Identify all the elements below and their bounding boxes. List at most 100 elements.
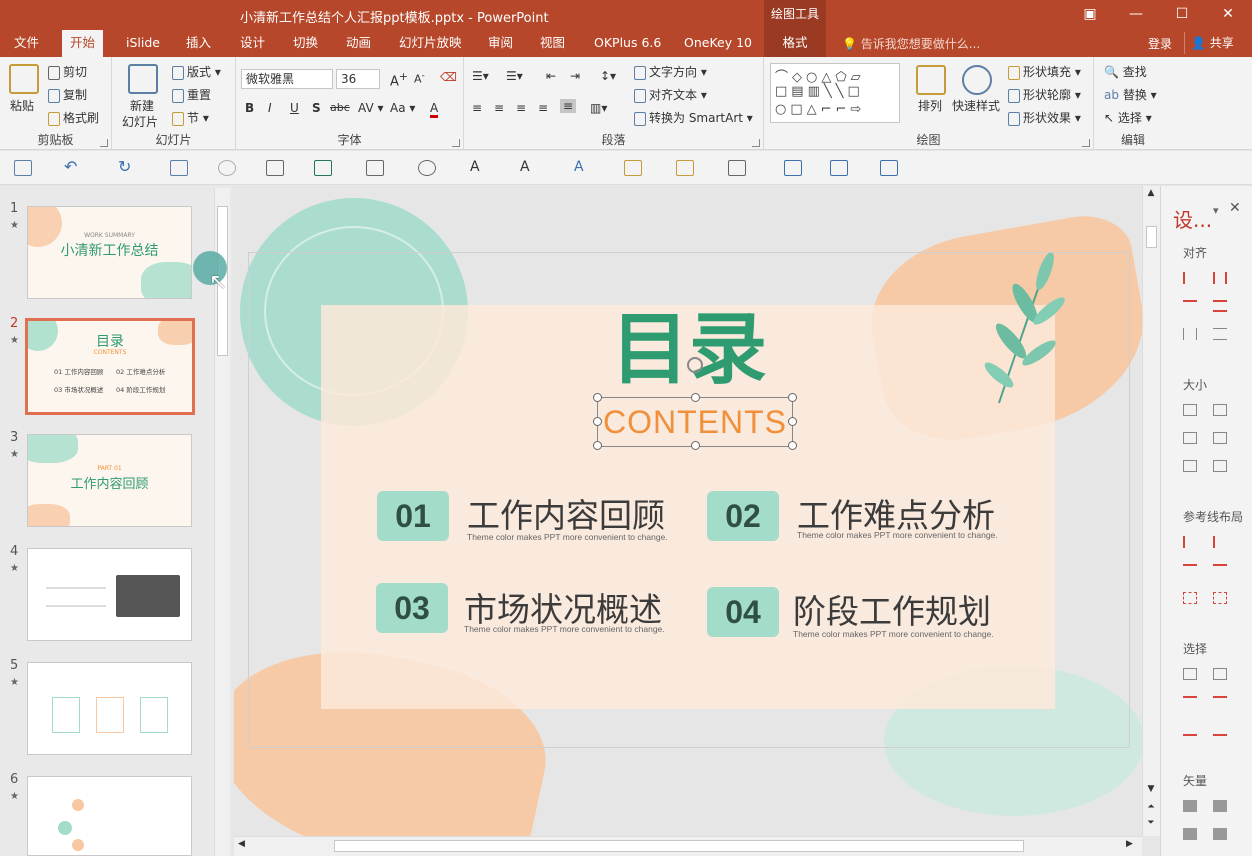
select-bottom-icon[interactable]	[1183, 724, 1197, 736]
merge-shapes-icon[interactable]	[218, 160, 236, 176]
size-left-icon[interactable]	[1183, 432, 1197, 444]
shapes-gallery[interactable]: ⌒◇○△⬠▱ □▤▥╲╲□ ○□△⌐⌐⇨	[770, 63, 900, 123]
new-slide-label-1[interactable]: 新建	[130, 97, 154, 114]
decrease-indent-icon[interactable]: ⇤	[546, 69, 556, 83]
quick-styles-icon[interactable]	[962, 65, 992, 95]
justify-icon[interactable]: ≡	[538, 101, 548, 115]
slide-thumbnail-4[interactable]	[27, 548, 192, 641]
copy-button[interactable]: 复制	[48, 86, 87, 103]
current-slide[interactable]: 目录 CONTENTS 01 工作内容回顾 Theme color makes …	[248, 252, 1130, 748]
distributed-icon[interactable]: ≡	[560, 99, 577, 113]
layout-button[interactable]: 版式 ▾	[172, 63, 221, 80]
slide-thumbnail-1[interactable]: WORK SUMMARY 小清新工作总结	[27, 206, 192, 299]
login-link[interactable]: 登录	[1148, 35, 1172, 52]
text-outline-icon[interactable]: A	[520, 160, 538, 176]
outline-color-icon[interactable]	[366, 160, 384, 176]
align-top-icon[interactable]	[1183, 300, 1197, 312]
smartart-button[interactable]: 转换为 SmartArt ▾	[634, 109, 753, 126]
scroll-down-icon[interactable]: ▼	[1143, 784, 1159, 794]
resize-handle[interactable]	[691, 441, 700, 450]
same-width-icon[interactable]	[1183, 404, 1197, 416]
close-panel-icon[interactable]: ✕	[1229, 200, 1241, 216]
clipboard-launcher-icon[interactable]	[100, 139, 108, 147]
guide-center-icon[interactable]	[1213, 536, 1227, 548]
font-color-quick-icon[interactable]: A	[470, 160, 488, 176]
text-direction-button[interactable]: 文字方向 ▾	[634, 63, 707, 80]
slide-horizontal-scrollbar[interactable]: ◀ ▶	[234, 836, 1142, 856]
clear-formatting-icon[interactable]: ⌫	[440, 70, 457, 84]
paste-icon[interactable]	[9, 64, 39, 94]
distribute-vertical-icon[interactable]	[1213, 328, 1227, 340]
slide-scroll-thumb[interactable]	[1146, 226, 1157, 248]
line-spacing-icon[interactable]: ↕▾	[600, 69, 616, 83]
numbering-icon[interactable]: ☰▾	[506, 69, 523, 83]
tab-onekey[interactable]: OneKey 10	[676, 30, 760, 57]
guide-box-icon[interactable]	[1183, 592, 1197, 604]
scroll-right-icon[interactable]: ▶	[1126, 839, 1133, 849]
guide-vertical-icon[interactable]	[1213, 592, 1227, 604]
rotate-icon[interactable]	[880, 160, 898, 176]
align-icon[interactable]	[784, 160, 802, 176]
slide-thumbnail-5[interactable]	[27, 662, 192, 755]
group-icon[interactable]	[830, 160, 848, 176]
tab-okplus[interactable]: OKPlus 6.6	[586, 30, 669, 57]
size-bottom-icon[interactable]	[1213, 460, 1227, 472]
align-center-icon[interactable]	[1213, 272, 1227, 284]
change-case-button[interactable]: Aa ▾	[390, 101, 415, 115]
paragraph-launcher-icon[interactable]	[752, 139, 760, 147]
shadow-button[interactable]: S	[312, 101, 321, 115]
align-left-icon[interactable]	[1183, 272, 1197, 284]
tab-view[interactable]: 视图	[532, 30, 573, 57]
horizontal-scroll-thumb[interactable]	[334, 840, 1024, 852]
selection-pane-icon[interactable]	[728, 160, 746, 176]
size-top-icon[interactable]	[1183, 460, 1197, 472]
arrange-icon[interactable]	[916, 65, 946, 95]
italic-button[interactable]: I	[268, 101, 272, 115]
reset-button[interactable]: 重置	[172, 86, 211, 103]
grow-font-button[interactable]: A+	[390, 70, 408, 89]
tab-transitions[interactable]: 切换	[285, 30, 326, 57]
select-similar-icon[interactable]	[1213, 668, 1227, 680]
ribbon-display-options-button[interactable]: ▣	[1078, 4, 1102, 24]
arrange-button[interactable]: 排列	[918, 97, 942, 114]
font-color-button[interactable]: A	[430, 101, 439, 118]
rotate-handle-icon[interactable]	[687, 357, 703, 373]
tab-home[interactable]: 开始	[62, 30, 104, 57]
flip-icon[interactable]	[266, 160, 284, 176]
maximize-button[interactable]: ☐	[1170, 4, 1194, 24]
strikethrough-button[interactable]: abc	[330, 101, 350, 114]
bullets-icon[interactable]: ☰▾	[472, 69, 489, 83]
underline-button[interactable]: U	[290, 101, 299, 115]
resize-handle[interactable]	[788, 441, 797, 450]
resize-handle[interactable]	[788, 393, 797, 402]
align-text-button[interactable]: 对齐文本 ▾	[634, 86, 707, 103]
tab-insert[interactable]: 插入	[178, 30, 219, 57]
select-same-icon[interactable]	[1183, 668, 1197, 680]
section-button[interactable]: 节 ▾	[172, 109, 209, 126]
panel-dropdown-icon[interactable]: ▾	[1213, 204, 1219, 217]
align-center-icon[interactable]: ≡	[494, 101, 504, 115]
increase-indent-icon[interactable]: ⇥	[570, 69, 580, 83]
shape-fill-button[interactable]: 形状填充 ▾	[1008, 63, 1081, 80]
replace-button[interactable]: ab 替换 ▾	[1104, 86, 1157, 103]
vector-intersect-icon[interactable]	[1213, 828, 1227, 840]
resize-handle[interactable]	[593, 393, 602, 402]
contents-textbox[interactable]: CONTENTS	[597, 397, 793, 447]
tab-slideshow[interactable]: 幻灯片放映	[391, 30, 470, 57]
vector-union-icon[interactable]	[1183, 800, 1197, 812]
font-name-combo[interactable]: 微软雅黑	[241, 69, 333, 89]
minimize-button[interactable]: —	[1124, 4, 1148, 24]
save-icon[interactable]	[14, 160, 32, 176]
eraser-icon[interactable]	[418, 160, 436, 176]
select-edge-icon[interactable]	[1213, 724, 1227, 736]
select-top-icon[interactable]	[1183, 696, 1197, 708]
guide-middle-icon[interactable]	[1213, 564, 1227, 576]
send-backward-icon[interactable]	[676, 160, 694, 176]
cut-button[interactable]: 剪切	[48, 63, 87, 80]
item-title[interactable]: 阶段工作规划	[793, 585, 991, 633]
shape-outline-button[interactable]: 形状轮廓 ▾	[1008, 86, 1081, 103]
undo-icon[interactable]: ↶	[64, 159, 82, 176]
columns-icon[interactable]: ▥▾	[590, 101, 607, 115]
format-painter-button[interactable]: 格式刷	[48, 109, 99, 126]
new-slide-icon[interactable]	[128, 64, 158, 94]
